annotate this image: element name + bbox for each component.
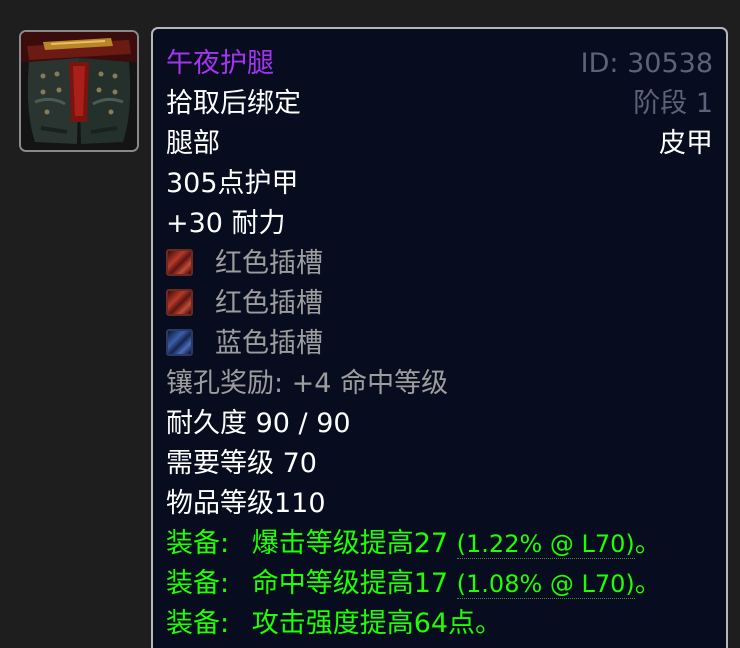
blue-socket-icon <box>166 329 193 356</box>
item-id: ID: 30538 <box>580 48 713 79</box>
required-level-text: 需要等级 70 <box>166 448 317 479</box>
armor-value: 305点护甲 <box>166 168 299 199</box>
armor-type-text: 皮甲 <box>659 128 713 159</box>
leather-legs-armor-icon[interactable] <box>19 30 139 152</box>
equip-text: 命中等级提高17 <box>251 568 449 599</box>
socket-label: 红色插槽 <box>215 288 323 319</box>
equip-text: 爆击等级提高27 <box>251 528 449 559</box>
rating-conversion[interactable]: (1.22% @ L70) <box>456 530 635 559</box>
socket-bonus: 镶孔奖励: +4 命中等级 <box>166 368 449 399</box>
binding-text: 拾取后绑定 <box>166 88 301 119</box>
equip-end: 。 <box>634 528 662 559</box>
slot-text: 腿部 <box>166 128 220 159</box>
socket-label: 蓝色插槽 <box>215 328 323 359</box>
equip-effect: 装备: 命中等级提高17 (1.08% @ L70)。 <box>166 564 662 604</box>
red-socket-icon <box>166 249 193 276</box>
item-tooltip: 午夜护腿 ID: 30538 拾取后绑定 阶段 1 腿部 皮甲 305点护甲 +… <box>151 27 728 648</box>
stamina-stat: +30 耐力 <box>166 208 286 239</box>
equip-prefix: 装备: <box>166 568 230 599</box>
equip-prefix: 装备: <box>166 528 230 559</box>
socket-row: 红色插槽 <box>166 284 323 324</box>
rating-conversion[interactable]: (1.08% @ L70) <box>456 570 635 599</box>
durability-text: 耐久度 90 / 90 <box>166 408 351 439</box>
equip-text: 攻击强度提高64点。 <box>251 608 503 639</box>
socket-row: 红色插槽 <box>166 244 323 284</box>
item-icon-art <box>21 32 137 150</box>
item-name[interactable]: 午夜护腿 <box>166 44 274 84</box>
red-socket-icon <box>166 289 193 316</box>
equip-prefix: 装备: <box>166 608 230 639</box>
item-level-text: 物品等级110 <box>166 488 326 519</box>
equip-end: 。 <box>634 568 662 599</box>
equip-effect: 装备: 攻击强度提高64点。 <box>166 604 502 644</box>
socket-label: 红色插槽 <box>215 248 323 279</box>
phase-text: 阶段 1 <box>633 88 713 119</box>
equip-effect: 装备: 爆击等级提高27 (1.22% @ L70)。 <box>166 524 662 564</box>
socket-row: 蓝色插槽 <box>166 324 323 364</box>
